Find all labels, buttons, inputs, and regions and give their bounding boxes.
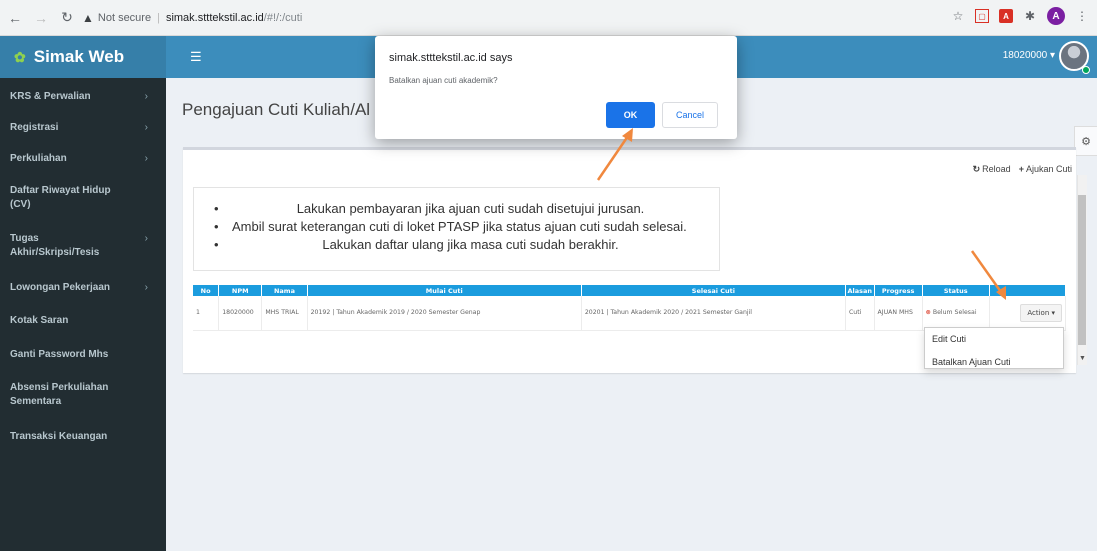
- pdf-extension-icon[interactable]: A: [999, 9, 1013, 23]
- sidebar: KRS & Perwalian › Registrasi › Perkuliahan…: [0, 78, 166, 551]
- address-separator: |: [157, 12, 160, 24]
- info-box: Lakukan pembayaran jika ajuan cuti sudah…: [193, 187, 720, 271]
- browser-toolbar: ← → ↻ ▲ Not secure | simak.stttekstil.ac…: [0, 0, 1097, 36]
- reload-button[interactable]: ↻ Reload: [973, 164, 1011, 175]
- dialog-message: Batalkan ajuan cuti akademik?: [389, 76, 498, 85]
- batalkan-ajuan-menu-item[interactable]: Batalkan Ajuan Cuti: [932, 357, 1011, 367]
- sidebar-item-krs[interactable]: KRS & Perwalian ›: [0, 90, 166, 104]
- col-header-status: Status: [922, 285, 990, 296]
- scroll-down-arrow-icon[interactable]: ▼: [1079, 355, 1086, 362]
- logo-text: Simak Web: [33, 47, 125, 66]
- chevron-right-icon: ›: [144, 233, 148, 244]
- cuti-table: No NPM Nama Mulai Cuti Selesai Cuti Alas…: [193, 285, 1067, 331]
- sidebar-item-kotak-saran[interactable]: Kotak Saran: [0, 314, 166, 328]
- col-header-nama: Nama: [261, 285, 308, 296]
- warning-icon: ▲: [82, 11, 94, 25]
- reload-icon[interactable]: ↻: [56, 7, 78, 29]
- chevron-right-icon: ›: [144, 122, 148, 133]
- cell-alasan: Cuti: [845, 296, 875, 331]
- url-path: /#!/:/cuti: [263, 12, 303, 24]
- sidebar-item-riwayat-hidup[interactable]: Daftar Riwayat Hidup (CV): [0, 184, 166, 212]
- cell-status: ⊗ Belum Selesai: [922, 296, 990, 331]
- chevron-right-icon: ›: [144, 91, 148, 102]
- back-icon[interactable]: ←: [4, 7, 26, 29]
- forward-icon[interactable]: →: [30, 7, 52, 29]
- online-status-dot: [1082, 66, 1090, 74]
- sidebar-item-perkuliahan[interactable]: Perkuliahan ›: [0, 152, 166, 166]
- gear-icon[interactable]: ⚙: [1074, 126, 1097, 156]
- info-item: Lakukan pembayaran jika ajuan cuti sudah…: [214, 200, 709, 218]
- chevron-right-icon: ›: [144, 282, 148, 293]
- sidebar-toggle-icon[interactable]: ☰: [190, 49, 202, 65]
- sidebar-item-ganti-password[interactable]: Ganti Password Mhs: [0, 348, 166, 362]
- cell-no: 1: [193, 296, 220, 331]
- page-title: Pengajuan Cuti Kuliah/Al: [182, 100, 371, 119]
- security-label: Not secure: [97, 12, 152, 24]
- extension-icon[interactable]: ▢: [975, 9, 989, 23]
- url-host: simak.stttekstil.ac.id: [165, 12, 264, 24]
- edit-cuti-menu-item[interactable]: Edit Cuti: [932, 334, 966, 344]
- status-text: Belum Selesai: [932, 309, 977, 317]
- cell-action: Action ▾: [989, 296, 1067, 331]
- col-header-npm: NPM: [218, 285, 263, 296]
- cancel-button[interactable]: Cancel: [662, 102, 718, 128]
- info-item: Ambil surat keterangan cuti di loket PTA…: [214, 218, 709, 236]
- address-bar[interactable]: ▲ Not secure | simak.stttekstil.ac.id /#…: [82, 5, 942, 31]
- action-dropdown-menu: Edit Cuti Batalkan Ajuan Cuti: [924, 327, 1064, 369]
- sidebar-item-lowongan[interactable]: Lowongan Pekerjaan ›: [0, 281, 166, 295]
- puzzle-icon[interactable]: ✱: [1023, 9, 1037, 23]
- sidebar-item-absensi[interactable]: Absensi Perkuliahan Sementara: [0, 381, 166, 409]
- ok-button[interactable]: OK: [606, 102, 655, 128]
- sidebar-item-registrasi[interactable]: Registrasi ›: [0, 121, 166, 135]
- cell-selesai: 20201 | Tahun Akademik 2020 / 2021 Semes…: [581, 296, 846, 331]
- cell-npm: 18020000: [218, 296, 263, 331]
- info-item: Lakukan daftar ulang jika masa cuti suda…: [214, 236, 709, 254]
- profile-avatar[interactable]: A: [1047, 7, 1065, 25]
- cell-mulai: 20192 | Tahun Akademik 2019 / 2020 Semes…: [307, 296, 582, 331]
- chevron-right-icon: ›: [144, 153, 148, 164]
- sidebar-item-transaksi[interactable]: Transaksi Keuangan: [0, 430, 166, 444]
- leaf-icon: ✿: [14, 48, 26, 65]
- star-icon[interactable]: ☆: [951, 9, 965, 23]
- refresh-icon: ↻: [972, 164, 981, 174]
- table-header-row: No NPM Nama Mulai Cuti Selesai Cuti Alas…: [193, 285, 1067, 296]
- error-circle-icon: ⊗: [925, 309, 931, 317]
- user-menu[interactable]: 18020000 ▾: [1003, 50, 1055, 61]
- col-header-selesai: Selesai Cuti: [581, 285, 846, 296]
- scrollbar-thumb[interactable]: [1078, 195, 1086, 345]
- cell-progress: AJUAN MHS: [874, 296, 923, 331]
- col-header-action: [989, 285, 1067, 296]
- confirm-dialog: simak.stttekstil.ac.id says Batalkan aju…: [375, 36, 737, 139]
- col-header-alasan: Alasan: [845, 285, 875, 296]
- cell-nama: MHS TRIAL: [261, 296, 308, 331]
- ajukan-cuti-button[interactable]: + Ajukan Cuti: [1019, 164, 1072, 175]
- col-header-mulai: Mulai Cuti: [307, 285, 582, 296]
- app-logo[interactable]: ✿ Simak Web: [0, 36, 166, 78]
- action-dropdown-button[interactable]: Action ▾: [1020, 303, 1062, 322]
- col-header-progress: Progress: [874, 285, 923, 296]
- table-row: 1 18020000 MHS TRIAL 20192 | Tahun Akade…: [193, 296, 1067, 331]
- sidebar-item-tugas-akhir[interactable]: Tugas › Akhir/Skripsi/Tesis: [0, 232, 166, 260]
- dialog-title: simak.stttekstil.ac.id says: [389, 52, 513, 64]
- plus-icon: +: [1018, 164, 1024, 174]
- col-header-no: No: [193, 285, 220, 296]
- menu-dots-icon[interactable]: ⋮: [1075, 9, 1089, 23]
- box-tools: ↻ Reload + Ajukan Cuti: [973, 164, 1072, 175]
